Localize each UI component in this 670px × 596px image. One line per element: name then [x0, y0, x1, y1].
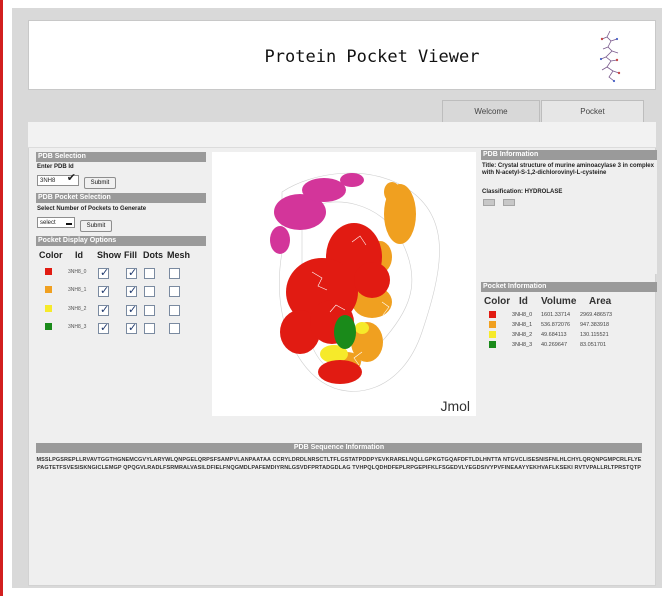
dropdown-arrow-icon [66, 223, 72, 225]
pocket-info-volume: 49.684113 [541, 332, 567, 338]
fill-checkbox[interactable] [126, 321, 137, 334]
sequence-text: MSSLPGSREPLLRVAVTGGTHGNEMCGVYLARYWLQNPGE… [36, 457, 642, 471]
pocket-col-color: Color [484, 296, 511, 307]
pocket-info-volume: 536.872076 [541, 322, 571, 328]
dots-checkbox[interactable] [144, 286, 155, 297]
dots-checkbox[interactable] [144, 323, 155, 334]
content-top-strip [28, 122, 656, 148]
pocket-info-id: 3NH8_3 [512, 342, 533, 348]
pocket-id: 3NH8_1 [68, 287, 87, 293]
show-checkbox[interactable] [98, 303, 109, 316]
show-checkbox[interactable] [98, 321, 109, 334]
sequence-header: PDB Sequence Information [36, 443, 642, 453]
pdb-submit-button[interactable]: Submit [84, 177, 116, 189]
pdb-selection-header: PDB Selection [36, 152, 206, 162]
pdb-id-input[interactable]: 3NH8 ✔ [37, 172, 79, 186]
pocket-info-area: 947.383918 [580, 322, 610, 328]
pocket-color-swatch [45, 286, 52, 293]
fill-checkbox[interactable] [126, 284, 137, 297]
checkmark-icon: ✔ [66, 172, 76, 184]
pocket-id: 3NH8_0 [68, 269, 87, 275]
jmol-watermark: Jmol [440, 398, 470, 414]
pocket-info-swatch [489, 311, 496, 318]
pocket-info-swatch [489, 331, 496, 338]
structure-thumbnail-icon[interactable] [503, 199, 515, 206]
pocket-info-volume: 40.269647 [541, 342, 567, 348]
show-checkbox[interactable] [98, 266, 109, 279]
pdb-id-label: Enter PDB Id [37, 164, 74, 170]
tab-pocket[interactable]: Pocket [541, 100, 644, 122]
col-id: Id [75, 250, 83, 260]
pocket-color-swatch [45, 323, 52, 330]
col-dots: Dots [143, 250, 163, 260]
col-color: Color [39, 250, 63, 260]
col-show: Show [97, 250, 121, 260]
jmol-viewer[interactable]: Jmol [212, 152, 476, 416]
pocket-info-area: 2969.486573 [580, 312, 613, 318]
mesh-checkbox[interactable] [169, 268, 180, 279]
mesh-checkbox[interactable] [169, 305, 180, 316]
structure-thumbnail-icon[interactable] [483, 199, 495, 206]
fill-checkbox[interactable] [126, 266, 137, 279]
tab-welcome[interactable]: Welcome [442, 100, 540, 122]
pdb-title: Title: Crystal structure of murine amino… [482, 163, 654, 176]
fill-checkbox[interactable] [126, 303, 137, 316]
col-fill: Fill [124, 250, 137, 260]
pocket-info-swatch [489, 321, 496, 328]
pocket-count-value: select [40, 220, 56, 226]
pocket-info-area: 83.051701 [580, 342, 606, 348]
mesh-checkbox[interactable] [169, 323, 180, 334]
app-title: Protein Pocket Viewer [264, 47, 480, 67]
pocket-info-id: 3NH8_0 [512, 312, 533, 318]
pocket-selection-header: PDB Pocket Selection [36, 193, 206, 203]
pocket-info-id: 3NH8_1 [512, 322, 533, 328]
green-pocket [334, 315, 356, 349]
display-options-header: Pocket Display Options [36, 236, 206, 246]
pocket-color-swatch [45, 305, 52, 312]
pocket-info-area: 130.115521 [580, 332, 609, 338]
pocket-id: 3NH8_3 [68, 324, 87, 330]
mesh-checkbox[interactable] [169, 286, 180, 297]
molecule-logo-icon [599, 30, 621, 83]
pocket-info-header: Pocket Information [481, 282, 657, 292]
pdb-classification: Classification: HYDROLASE [482, 189, 563, 195]
show-checkbox[interactable] [98, 284, 109, 297]
app-banner: Protein Pocket Viewer [28, 20, 656, 90]
pocket-col-id: Id [519, 296, 528, 307]
pocket-color-swatch [45, 268, 52, 275]
dots-checkbox[interactable] [144, 268, 155, 279]
pocket-col-area: Area [589, 296, 612, 307]
pocket-col-volume: Volume [541, 296, 577, 307]
col-mesh: Mesh [167, 250, 191, 260]
pocket-info-swatch [489, 341, 496, 348]
pocket-count-select[interactable]: select [37, 217, 75, 228]
pocket-info-id: 3NH8_2 [512, 332, 533, 338]
pocket-id: 3NH8_2 [68, 306, 87, 312]
pocket-info-volume: 1601.33714 [541, 312, 571, 318]
dots-checkbox[interactable] [144, 305, 155, 316]
pdb-info-header: PDB Information [481, 150, 657, 160]
pdb-id-value: 3NH8 [40, 178, 56, 184]
protein-structure-render [270, 172, 440, 392]
pocket-submit-button[interactable]: Submit [80, 220, 112, 232]
pocket-count-label: Select Number of Pockets to Generate [37, 206, 147, 212]
